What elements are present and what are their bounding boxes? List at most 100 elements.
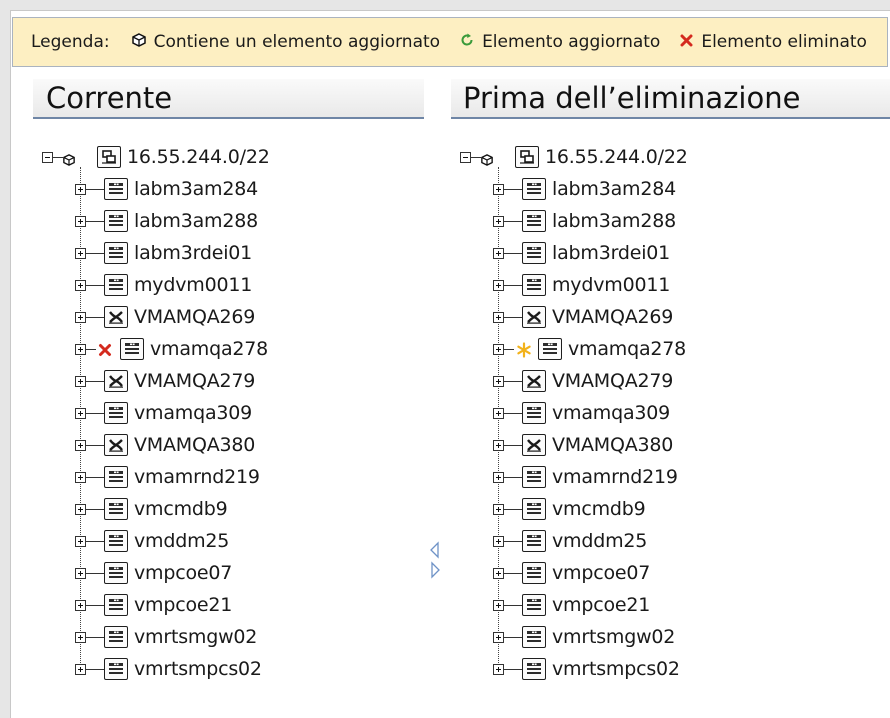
splitter-arrows[interactable] bbox=[428, 540, 442, 580]
unix-server-icon bbox=[522, 434, 546, 456]
expand-toggle[interactable] bbox=[493, 440, 504, 451]
tree-connector bbox=[504, 573, 522, 574]
legend-label: Elemento aggiornato bbox=[482, 32, 661, 52]
unix-server-icon bbox=[522, 370, 546, 392]
tree-node-label[interactable]: VMAMQA269 bbox=[552, 306, 673, 328]
tree-node-label[interactable]: vmpcoe07 bbox=[134, 562, 232, 584]
tree-node-label[interactable]: vmddm25 bbox=[134, 530, 229, 552]
expand-toggle[interactable] bbox=[493, 216, 504, 227]
tree-connector bbox=[86, 413, 104, 414]
expand-toggle[interactable] bbox=[493, 504, 504, 515]
expand-toggle[interactable] bbox=[493, 568, 504, 579]
tree-node-label[interactable]: vmrtsmpcs02 bbox=[552, 658, 680, 680]
tree-connector bbox=[53, 157, 63, 158]
expand-toggle[interactable] bbox=[493, 312, 504, 323]
expand-toggle[interactable] bbox=[75, 184, 86, 195]
tree-node-label[interactable]: VMAMQA269 bbox=[134, 306, 255, 328]
expand-toggle[interactable] bbox=[75, 536, 86, 547]
tree-node-label[interactable]: VMAMQA380 bbox=[552, 434, 673, 456]
windows-server-icon bbox=[522, 466, 546, 488]
delete-x-icon bbox=[680, 32, 693, 52]
expand-toggle[interactable] bbox=[75, 280, 86, 291]
windows-server-icon bbox=[522, 594, 546, 616]
expand-toggle[interactable] bbox=[493, 184, 504, 195]
tree-node-label[interactable]: vmamqa309 bbox=[552, 402, 670, 424]
windows-server-icon bbox=[104, 658, 128, 680]
expand-toggle[interactable] bbox=[75, 664, 86, 675]
expand-toggle[interactable] bbox=[75, 216, 86, 227]
tree-node-label[interactable]: vmamrnd219 bbox=[552, 466, 678, 488]
tree-node-root-label[interactable]: 16.55.244.0/22 bbox=[127, 146, 270, 168]
expand-toggle[interactable] bbox=[493, 632, 504, 643]
windows-server-icon bbox=[104, 498, 128, 520]
expand-toggle[interactable] bbox=[493, 600, 504, 611]
collapse-toggle[interactable] bbox=[460, 152, 471, 163]
tree-node-label[interactable]: vmrtsmgw02 bbox=[134, 626, 257, 648]
tree-node-label[interactable]: labm3am288 bbox=[552, 210, 676, 232]
tree-node-label[interactable]: mydvm0011 bbox=[134, 274, 252, 296]
tree-connector bbox=[86, 285, 104, 286]
expand-toggle[interactable] bbox=[493, 664, 504, 675]
expand-toggle[interactable] bbox=[75, 312, 86, 323]
panel-header-before-deletion: Prima dell’eliminazione bbox=[451, 79, 890, 119]
expand-toggle[interactable] bbox=[493, 344, 504, 355]
tree-node-label[interactable]: mydvm0011 bbox=[552, 274, 670, 296]
tree-node-label[interactable]: vmcmdb9 bbox=[134, 498, 228, 520]
expand-toggle[interactable] bbox=[493, 248, 504, 259]
tree-connector bbox=[504, 221, 522, 222]
legend-label: Contiene un elemento aggiornato bbox=[153, 32, 441, 52]
tree-node-label[interactable]: vmddm25 bbox=[552, 530, 647, 552]
tree-connector bbox=[504, 477, 522, 478]
expand-toggle[interactable] bbox=[75, 600, 86, 611]
expand-toggle[interactable] bbox=[493, 536, 504, 547]
tree-node-label[interactable]: vmpcoe21 bbox=[552, 594, 650, 616]
expand-toggle[interactable] bbox=[75, 376, 86, 387]
expand-toggle[interactable] bbox=[75, 408, 86, 419]
tree-connector bbox=[504, 541, 522, 542]
tree-node-label[interactable]: labm3rdei01 bbox=[134, 242, 252, 264]
expand-toggle[interactable] bbox=[75, 632, 86, 643]
tree-connector bbox=[86, 509, 104, 510]
windows-server-icon bbox=[522, 402, 546, 424]
tree-node-label[interactable]: vmrtsmpcs02 bbox=[134, 658, 262, 680]
unix-server-icon bbox=[104, 434, 128, 456]
windows-server-icon bbox=[522, 658, 546, 680]
expand-toggle[interactable] bbox=[75, 248, 86, 259]
tree-node-label[interactable]: vmamqa278 bbox=[568, 338, 686, 360]
expand-toggle[interactable] bbox=[75, 568, 86, 579]
expand-toggle[interactable] bbox=[75, 344, 86, 355]
tree-connector bbox=[86, 221, 104, 222]
tree-connector bbox=[86, 189, 104, 190]
tree-node-label[interactable]: vmrtsmgw02 bbox=[552, 626, 675, 648]
windows-server-icon bbox=[104, 466, 128, 488]
windows-server-icon bbox=[104, 562, 128, 584]
tree-node-label[interactable]: VMAMQA279 bbox=[552, 370, 673, 392]
refresh-icon bbox=[460, 32, 474, 52]
collapse-left-icon bbox=[430, 541, 439, 559]
expand-toggle[interactable] bbox=[493, 472, 504, 483]
tree-node-label[interactable]: VMAMQA279 bbox=[134, 370, 255, 392]
tree-node-root-label[interactable]: 16.55.244.0/22 bbox=[545, 146, 688, 168]
tree-node-label[interactable]: VMAMQA380 bbox=[134, 434, 255, 456]
tree-node-label[interactable]: vmamrnd219 bbox=[134, 466, 260, 488]
tree-node-label[interactable]: vmcmdb9 bbox=[552, 498, 646, 520]
expand-toggle[interactable] bbox=[75, 504, 86, 515]
windows-server-icon bbox=[104, 210, 128, 232]
tree-node-label[interactable]: labm3am288 bbox=[134, 210, 258, 232]
expand-toggle[interactable] bbox=[75, 472, 86, 483]
collapse-toggle[interactable] bbox=[42, 152, 53, 163]
tree-node-label[interactable]: labm3rdei01 bbox=[552, 242, 670, 264]
tree-connector bbox=[86, 349, 96, 350]
tree-node-label[interactable]: labm3am284 bbox=[552, 178, 676, 200]
expand-toggle[interactable] bbox=[493, 376, 504, 387]
expand-toggle[interactable] bbox=[75, 440, 86, 451]
expand-toggle[interactable] bbox=[493, 280, 504, 291]
tree-node-label[interactable]: vmpcoe21 bbox=[134, 594, 232, 616]
tree-node-label[interactable]: vmpcoe07 bbox=[552, 562, 650, 584]
unix-server-icon bbox=[104, 306, 128, 328]
expand-toggle[interactable] bbox=[493, 408, 504, 419]
tree-node-label[interactable]: vmamqa309 bbox=[134, 402, 252, 424]
tree-connector bbox=[504, 445, 522, 446]
tree-node-label[interactable]: labm3am284 bbox=[134, 178, 258, 200]
tree-node-label[interactable]: vmamqa278 bbox=[150, 338, 268, 360]
